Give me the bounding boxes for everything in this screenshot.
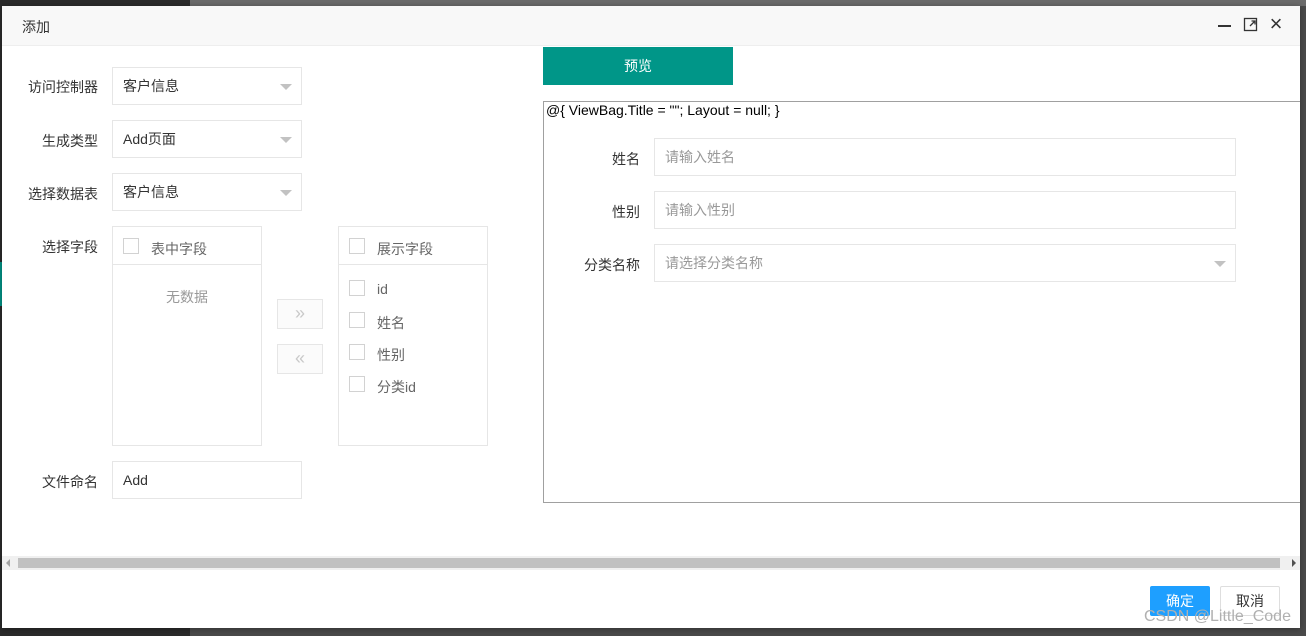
double-chevron-right-icon: » (294, 303, 305, 323)
chevron-down-icon (280, 84, 292, 90)
move-left-button[interactable]: « (277, 344, 323, 374)
controller-select[interactable]: 客户信息 (112, 67, 302, 105)
close-icon[interactable]: × (1267, 13, 1285, 35)
scroll-right-icon[interactable] (1292, 559, 1296, 567)
preview-name-input[interactable]: 请输入姓名 (654, 138, 1236, 176)
move-right-button[interactable]: » (277, 299, 323, 329)
transfer-item-checkbox[interactable] (349, 344, 365, 360)
preview-gender-input[interactable]: 请输入性别 (654, 191, 1236, 229)
transfer-left-empty: 无数据 (166, 289, 208, 305)
gen-type-label: 生成类型 (42, 133, 98, 149)
dialog-titlebar: 添加 × (2, 6, 1300, 46)
transfer-right-header: 展示字段 (339, 227, 487, 265)
transfer-item-label: 性别 (377, 347, 405, 363)
transfer-right-title: 展示字段 (377, 241, 433, 257)
data-table-select-value: 客户信息 (123, 184, 179, 200)
transfer-item-checkbox[interactable] (349, 376, 365, 392)
transfer-item[interactable]: 分类id (339, 375, 487, 399)
fields-label: 选择字段 (42, 239, 98, 255)
dialog-title: 添加 (22, 19, 50, 35)
scroll-left-icon[interactable] (6, 559, 10, 567)
file-name-input[interactable] (112, 461, 302, 499)
add-dialog: 添加 × 访问控制器 客户信息 生成类型 Add页面 选择数据表 客户信息 选择… (2, 6, 1300, 628)
data-table-label: 选择数据表 (28, 186, 98, 202)
transfer-right-panel: 展示字段 id 姓名 性别 分类id (338, 226, 488, 446)
controller-select-value: 客户信息 (123, 78, 179, 94)
gen-type-select-value: Add页面 (123, 131, 176, 147)
horizontal-scrollbar[interactable] (2, 556, 1300, 570)
minimize-icon[interactable] (1216, 16, 1234, 34)
controller-label: 访问控制器 (28, 79, 98, 95)
transfer-item-checkbox[interactable] (349, 312, 365, 328)
transfer-left-header: 表中字段 (113, 227, 261, 265)
data-table-select[interactable]: 客户信息 (112, 173, 302, 211)
chevron-down-icon (1214, 261, 1226, 267)
scrollbar-thumb[interactable] (18, 558, 1280, 568)
transfer-item[interactable]: id (339, 279, 487, 303)
transfer-left-title: 表中字段 (151, 241, 207, 257)
transfer-item[interactable]: 姓名 (339, 311, 487, 335)
preview-button[interactable]: 预览 (543, 47, 733, 85)
dialog-content: 访问控制器 客户信息 生成类型 Add页面 选择数据表 客户信息 选择字段 表中… (2, 47, 1300, 556)
preview-code: @{ ViewBag.Title = ""; Layout = null; } (546, 102, 780, 118)
preview-name-placeholder: 请输入姓名 (665, 149, 735, 165)
transfer-right-select-all[interactable] (349, 238, 365, 254)
gen-type-select[interactable]: Add页面 (112, 120, 302, 158)
maximize-icon[interactable] (1242, 16, 1260, 34)
transfer-item[interactable]: 性别 (339, 343, 487, 367)
transfer-item-label: id (377, 281, 388, 297)
file-name-label: 文件命名 (42, 474, 98, 490)
transfer-left-select-all[interactable] (123, 238, 139, 254)
preview-panel: @{ ViewBag.Title = ""; Layout = null; } … (543, 101, 1300, 503)
transfer-left-panel: 表中字段 无数据 (112, 226, 262, 446)
preview-field-label: 姓名 (612, 151, 640, 167)
preview-category-select[interactable]: 请选择分类名称 (654, 244, 1236, 282)
preview-category-placeholder: 请选择分类名称 (665, 255, 763, 271)
transfer-item-label: 分类id (377, 379, 416, 395)
chevron-down-icon (280, 137, 292, 143)
chevron-down-icon (280, 190, 292, 196)
preview-field-label: 性别 (612, 204, 640, 220)
transfer-item-checkbox[interactable] (349, 280, 365, 296)
transfer-item-label: 姓名 (377, 315, 405, 331)
double-chevron-left-icon: « (294, 348, 305, 368)
preview-field-label: 分类名称 (584, 257, 640, 273)
watermark: CSDN @Little_Code (1144, 608, 1291, 625)
preview-gender-placeholder: 请输入性别 (665, 202, 735, 218)
